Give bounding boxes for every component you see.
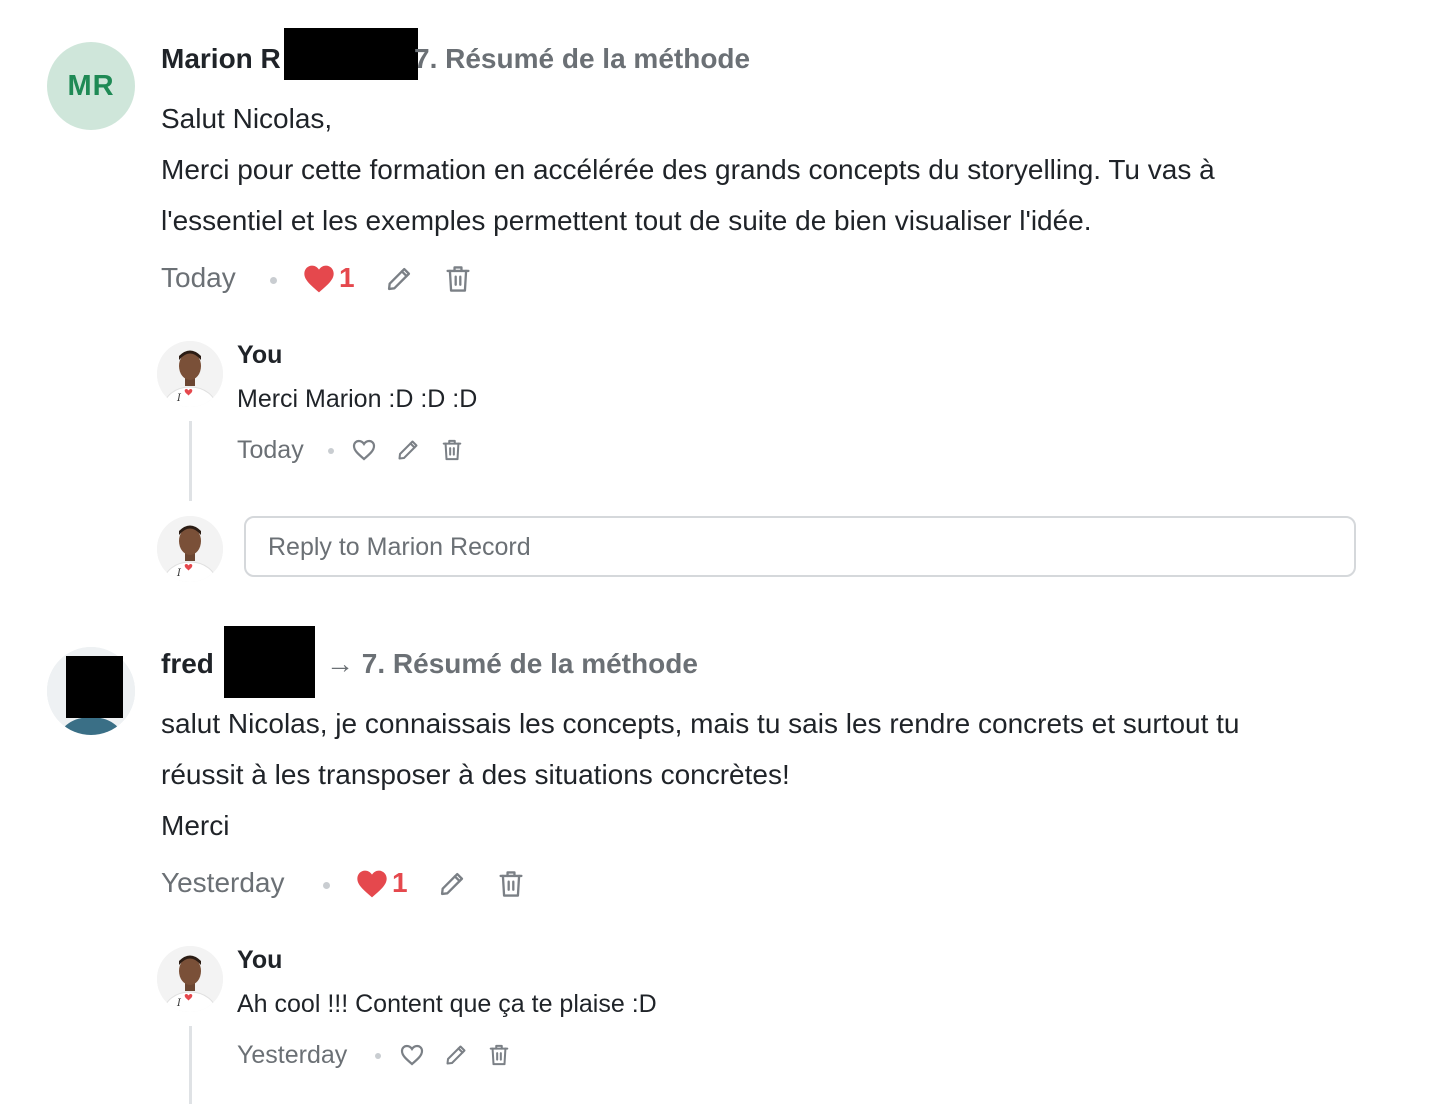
avatar-you: I	[157, 516, 223, 582]
separator-dot	[328, 448, 334, 454]
separator-dot	[323, 882, 330, 889]
reply-body: Ah cool !!! Content que ça te plaise :D	[237, 990, 657, 1018]
comment-context-link[interactable]: → 7. Résumé de la méthode	[326, 648, 698, 680]
trash-icon[interactable]	[488, 1043, 510, 1067]
comment-timestamp: Today	[161, 262, 236, 293]
comment-context-link[interactable]: 7. Résumé de la méthode	[414, 43, 750, 75]
reply-author[interactable]: You	[237, 946, 282, 975]
comment-timestamp: Yesterday	[161, 867, 285, 898]
avatar-you: I	[157, 946, 223, 1012]
like-count: 1	[392, 867, 408, 898]
comment-body-line: l'essentiel et les exemples permettent t…	[161, 205, 1092, 236]
comment-body-line: salut Nicolas, je connaissais les concep…	[161, 708, 1240, 739]
thread-line	[189, 421, 192, 501]
reply-timestamp: Today	[237, 436, 304, 464]
pencil-icon[interactable]	[438, 870, 466, 898]
comment-body-line: Salut Nicolas,	[161, 103, 333, 134]
heart-filled-icon[interactable]	[356, 869, 388, 899]
trash-icon[interactable]	[444, 264, 472, 294]
comment-body-line: Merci pour cette formation en accélérée …	[161, 154, 1215, 185]
reply-input[interactable]	[244, 516, 1356, 577]
reply-author[interactable]: You	[237, 341, 282, 370]
trash-icon[interactable]	[441, 438, 463, 462]
comment-author[interactable]: fred	[161, 648, 214, 680]
redaction-block	[284, 28, 418, 80]
separator-dot	[270, 277, 277, 284]
redaction-block	[224, 626, 315, 698]
pencil-icon[interactable]	[444, 1043, 468, 1067]
comment-body-line: réussit à les transposer à des situation…	[161, 759, 790, 790]
heart-outline-icon[interactable]	[400, 1044, 424, 1066]
comment-author[interactable]: Marion R	[161, 43, 281, 75]
comment-body-line: Merci	[161, 810, 230, 841]
like-count: 1	[339, 262, 355, 293]
separator-dot	[375, 1053, 381, 1059]
reply-body: Merci Marion :D :D :D	[237, 385, 478, 413]
redaction-block	[66, 656, 123, 718]
avatar-marion: MR	[47, 42, 135, 130]
trash-icon[interactable]	[497, 869, 525, 899]
heart-filled-icon[interactable]	[303, 264, 335, 294]
reply-timestamp: Yesterday	[237, 1041, 348, 1069]
heart-outline-icon[interactable]	[352, 439, 376, 461]
thread-line	[189, 1026, 192, 1104]
pencil-icon[interactable]	[396, 438, 420, 462]
pencil-icon[interactable]	[385, 265, 413, 293]
avatar-you: I	[157, 341, 223, 407]
